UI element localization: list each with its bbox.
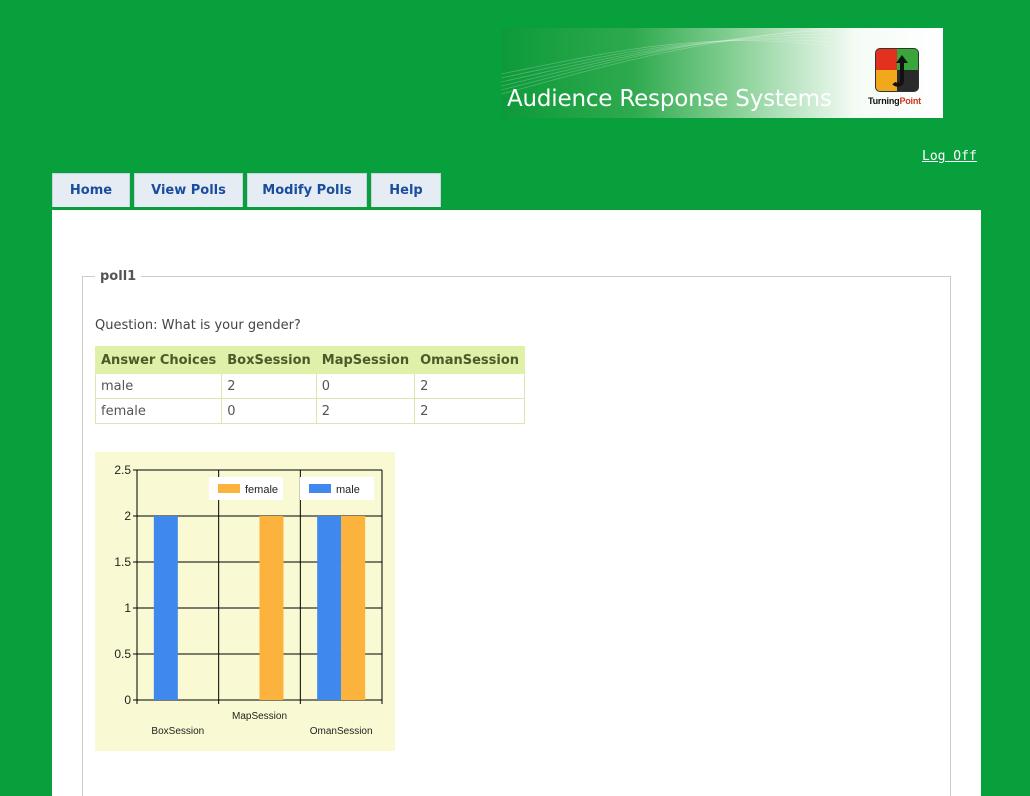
results-table: Answer Choices BoxSession MapSession Oma… <box>94 346 526 424</box>
table-row: female 0 2 2 <box>94 398 526 424</box>
table-cell: 0 <box>221 398 317 424</box>
tab-view-polls[interactable]: View Polls <box>134 173 243 207</box>
table-cell: female <box>94 398 223 424</box>
table-row: male 2 0 2 <box>94 373 526 399</box>
bar-female-OmanSession <box>341 516 366 700</box>
tab-modify-polls[interactable]: Modify Polls <box>247 173 367 207</box>
x-tick-label: MapSession <box>232 711 287 722</box>
y-tick-label: 2 <box>124 509 131 523</box>
bar-male-BoxSession <box>153 516 178 700</box>
table-cell: male <box>94 373 223 399</box>
tab-home[interactable]: Home <box>52 173 130 207</box>
results-chart: 0 0.5 1 1.5 2 2.5 BoxSession MapSession OmanSess… <box>95 452 395 751</box>
x-tick-label: BoxSession <box>151 726 204 737</box>
table-header-row: Answer Choices BoxSession MapSession Oma… <box>94 346 526 374</box>
turningpoint-logo-icon <box>875 48 919 92</box>
y-tick-label: 0 <box>124 693 131 707</box>
bar-chart-svg: 0 0.5 1 1.5 2 2.5 BoxSession MapSession OmanSess… <box>114 463 383 737</box>
table-cell: 2 <box>414 373 526 399</box>
tab-help[interactable]: Help <box>371 173 441 207</box>
legend-label-female: female <box>245 484 278 496</box>
poll-title: poll1 <box>100 269 137 284</box>
table-cell: 2 <box>221 373 317 399</box>
header-banner: Audience Response Systems TurningPoint <box>501 28 943 118</box>
bar-male-OmanSession <box>317 516 342 700</box>
turningpoint-logo: TurningPoint <box>868 45 930 117</box>
column-header: BoxSession <box>221 346 317 374</box>
x-tick-label: OmanSession <box>310 726 373 737</box>
column-header: OmanSession <box>414 346 526 374</box>
column-header: MapSession <box>315 346 416 374</box>
table-cell: 2 <box>315 398 416 424</box>
legend-label-male: male <box>336 484 360 496</box>
logoff-link[interactable]: Log Off <box>922 149 977 164</box>
legend-swatch-female <box>218 484 240 493</box>
table-cell: 2 <box>414 398 526 424</box>
y-tick-label: 1 <box>124 601 131 615</box>
turningpoint-logo-text: TurningPoint <box>868 96 921 106</box>
bar-female-MapSession <box>259 516 284 700</box>
y-tick-label: 0.5 <box>114 647 131 661</box>
legend-swatch-male <box>309 484 331 493</box>
y-tick-label: 1.5 <box>114 555 131 569</box>
column-header: Answer Choices <box>94 346 223 374</box>
table-cell: 0 <box>315 373 416 399</box>
banner-title: Audience Response Systems <box>507 86 832 112</box>
poll-question: Question: What is your gender? <box>95 318 301 333</box>
main-content: poll1 Question: What is your gender? Ans… <box>52 210 981 796</box>
y-tick-label: 2.5 <box>114 463 131 477</box>
